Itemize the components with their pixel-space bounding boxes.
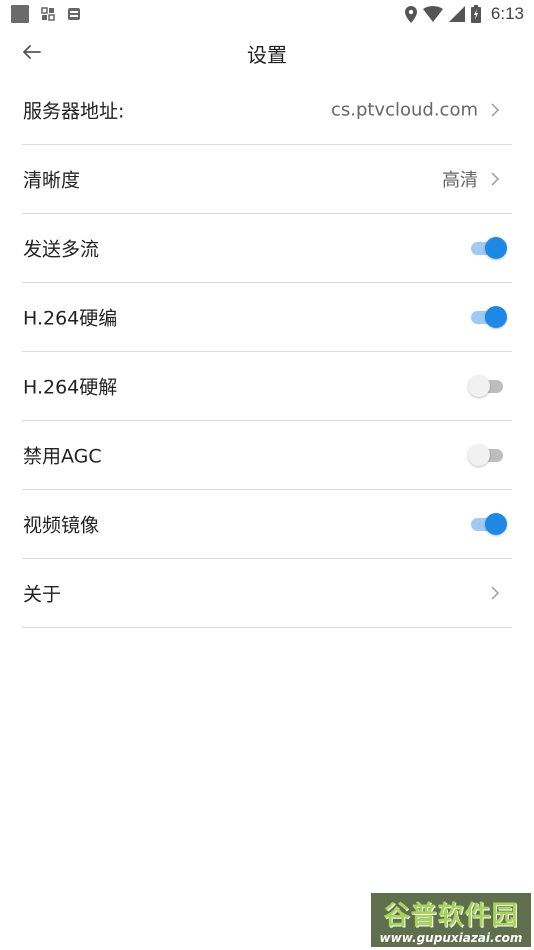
server-label: 服务器地址: <box>23 100 125 123</box>
chevron-right-icon <box>491 172 500 186</box>
video-mirror-toggle[interactable] <box>468 512 508 536</box>
disable-agc-toggle[interactable] <box>468 443 508 467</box>
grid-icon <box>41 7 55 21</box>
settings-row-disable-agc: 禁用AGC <box>22 421 512 490</box>
h264-decode-toggle[interactable] <box>468 374 508 398</box>
app-bar: 设置 <box>0 30 534 74</box>
disable-agc-label: 禁用AGC <box>23 445 102 468</box>
app-square-icon <box>11 5 29 23</box>
status-bar-right: 6:13 <box>404 4 524 24</box>
watermark-logo: 谷普软件园 www.gupuxiazai.com <box>371 893 531 947</box>
h264-decode-label: H.264硬解 <box>23 376 118 399</box>
toggle-knob <box>485 306 507 328</box>
status-bar-left <box>11 5 81 23</box>
watermark-title: 谷普软件园 <box>383 901 519 931</box>
settings-row-resolution[interactable]: 清晰度 高清 <box>22 145 512 214</box>
toggle-knob <box>485 513 507 535</box>
signal-icon <box>448 6 465 22</box>
server-value: cs.ptvcloud.com <box>330 99 478 121</box>
status-time: 6:13 <box>490 4 524 23</box>
resolution-label: 清晰度 <box>23 169 81 192</box>
watermark-url: www.gupuxiazai.com <box>379 931 523 945</box>
toggle-knob <box>468 375 490 397</box>
settings-row-multi-stream: 发送多流 <box>22 214 512 283</box>
settings-row-h264-encode: H.264硬编 <box>22 283 512 352</box>
status-bar: 6:13 <box>0 0 534 28</box>
page-title: 设置 <box>247 43 287 67</box>
notification-icon <box>68 8 80 20</box>
chevron-right-icon <box>491 586 500 600</box>
battery-icon <box>470 5 481 23</box>
chevron-right-icon <box>491 103 500 117</box>
location-icon <box>404 5 417 23</box>
settings-row-video-mirror: 视频镜像 <box>22 490 512 559</box>
resolution-value: 高清 <box>442 170 478 191</box>
toggle-knob <box>485 237 507 259</box>
settings-screen: 6:13 设置 服务器地址: cs.ptvcloud.com 清晰度 高清 发送… <box>0 0 534 950</box>
multi-stream-label: 发送多流 <box>23 238 100 261</box>
toggle-knob <box>468 444 490 466</box>
multi-stream-toggle[interactable] <box>468 236 508 260</box>
settings-list: 服务器地址: cs.ptvcloud.com 清晰度 高清 发送多流 H.264… <box>22 76 512 628</box>
video-mirror-label: 视频镜像 <box>23 514 100 537</box>
settings-row-h264-decode: H.264硬解 <box>22 352 512 421</box>
h264-encode-label: H.264硬编 <box>23 307 118 330</box>
h264-encode-toggle[interactable] <box>468 305 508 329</box>
settings-row-server[interactable]: 服务器地址: cs.ptvcloud.com <box>22 76 512 145</box>
about-label: 关于 <box>23 583 62 606</box>
settings-row-about[interactable]: 关于 <box>22 559 512 628</box>
wifi-icon <box>422 6 443 22</box>
